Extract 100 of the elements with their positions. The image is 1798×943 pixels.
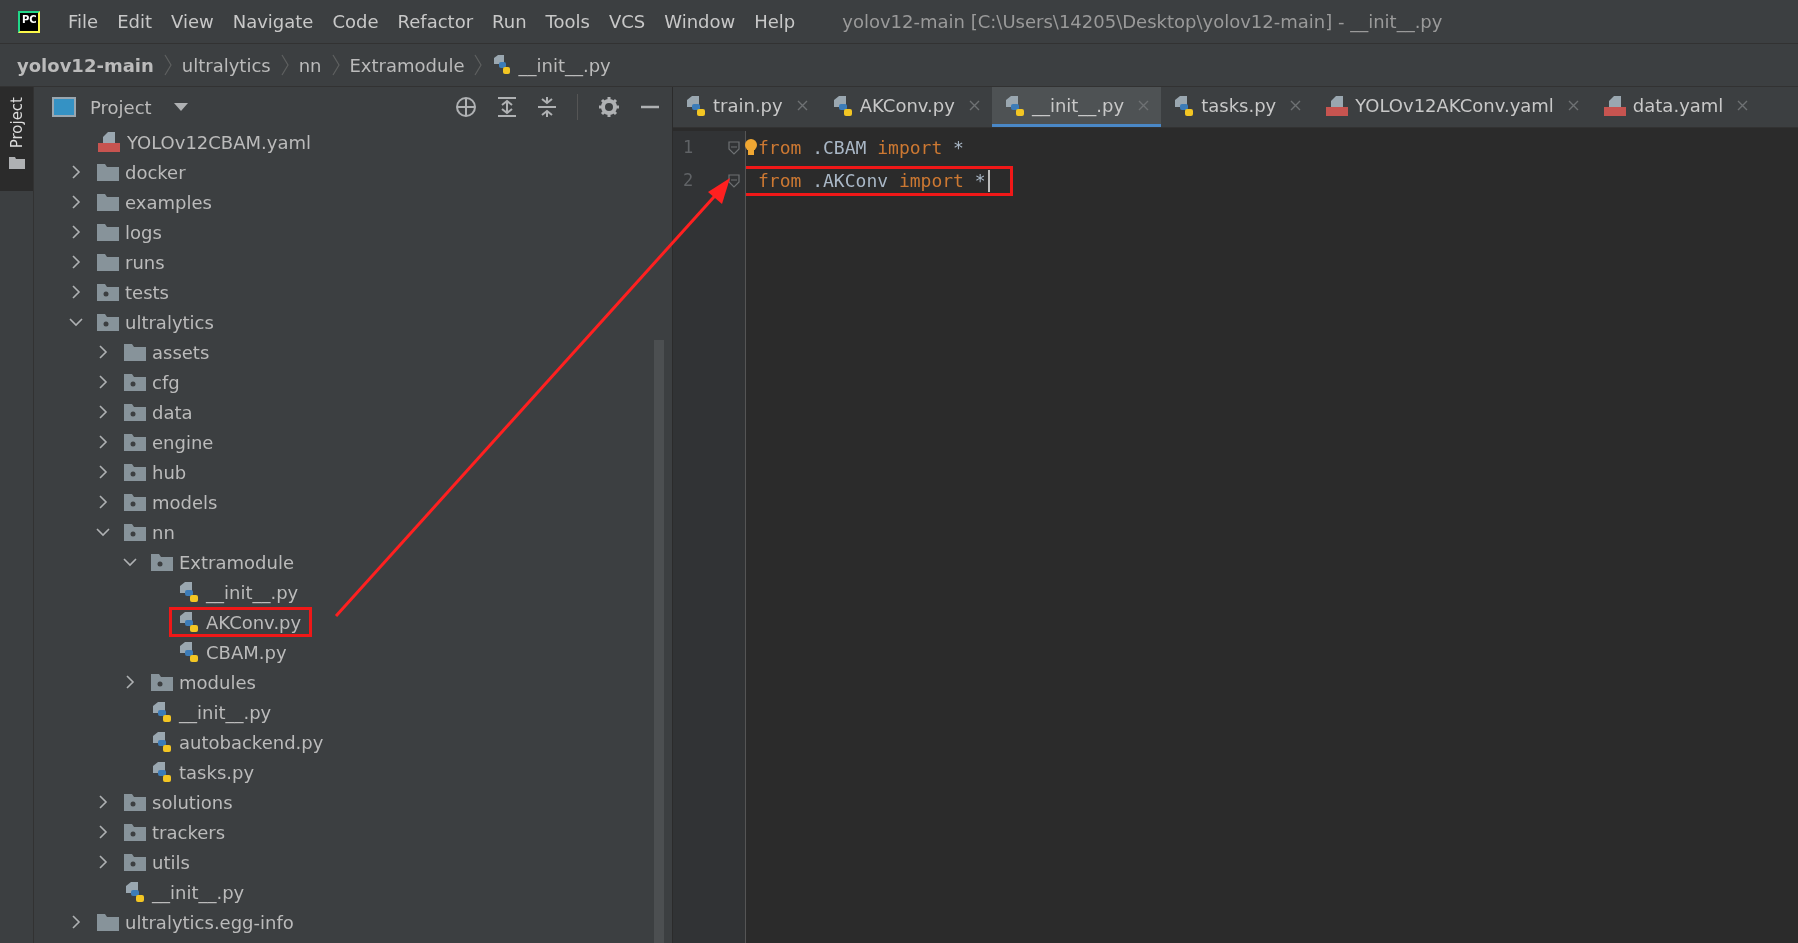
tree-item[interactable]: nn [152, 521, 175, 543]
menu-item[interactable]: Help [754, 11, 796, 32]
tree-item[interactable]: __init__.py [206, 581, 299, 603]
tree-item[interactable]: ultralytics.egg-info [125, 911, 294, 933]
dropdown-icon[interactable] [173, 103, 188, 111]
panel-title[interactable]: Project [90, 96, 152, 118]
chevron-right-icon[interactable] [96, 405, 110, 419]
menu-item[interactable]: File [68, 11, 99, 32]
chevron-right-icon[interactable] [69, 225, 83, 239]
yaml-file-icon [1325, 94, 1350, 117]
chevron-right-icon[interactable] [96, 825, 110, 839]
chevron-right-icon[interactable] [96, 795, 110, 809]
window-title: yolov12-main [C:\Users\14205\Desktop\yolov12-main] - __init__.py [842, 11, 1443, 32]
package-folder-icon [124, 493, 146, 511]
app-logo: PC [18, 10, 40, 33]
package-folder-icon [124, 433, 146, 451]
tree-item[interactable]: docker [125, 161, 186, 183]
tree-item[interactable]: YOLOv12CBAM.yaml [127, 131, 311, 153]
python-file-icon [151, 701, 173, 723]
menu-item[interactable]: Code [332, 11, 379, 32]
python-file-icon [124, 881, 146, 903]
fold-marker-icon[interactable] [728, 140, 740, 155]
editor-tab[interactable]: __init__.py [991, 87, 1162, 127]
tree-item[interactable]: __init__.py [152, 881, 245, 903]
python-file-icon [831, 94, 854, 117]
chevron-right-icon[interactable] [69, 915, 83, 929]
menu-item[interactable]: Window [664, 11, 736, 32]
folder-icon [97, 913, 119, 931]
tree-item[interactable]: utils [152, 851, 190, 873]
editor-tab[interactable]: train.py [673, 87, 820, 127]
tree-item[interactable]: cfg [152, 371, 180, 393]
chevron-down-icon[interactable] [96, 525, 110, 539]
chevron-down-icon[interactable] [123, 555, 137, 569]
chevron-right-icon[interactable] [96, 435, 110, 449]
tree-item[interactable]: models [152, 491, 218, 513]
package-folder-icon [124, 853, 146, 871]
tree-item[interactable]: engine [152, 431, 214, 453]
chevron-down-icon[interactable] [69, 315, 83, 329]
tree-item[interactable]: logs [125, 221, 162, 243]
breadcrumb-item[interactable]: ultralytics [181, 54, 271, 76]
editor-tab[interactable]: data.yaml [1590, 87, 1761, 127]
menu-item[interactable]: Run [492, 11, 527, 32]
breadcrumb-item[interactable]: nn [298, 54, 322, 76]
python-file-icon [151, 761, 173, 783]
code-line: from .AKConv import * [758, 170, 986, 191]
breadcrumb-item[interactable]: yolov12-main [17, 54, 154, 76]
yaml-file-icon [97, 131, 121, 153]
menu-item[interactable]: Navigate [232, 11, 314, 32]
yaml-file-icon [1602, 94, 1627, 117]
tree-item[interactable]: modules [179, 671, 256, 693]
menu-item[interactable]: Edit [117, 11, 152, 32]
package-folder-icon [97, 283, 119, 301]
tree-item[interactable]: autobackend.py [179, 731, 324, 753]
chevron-right-icon[interactable] [96, 375, 110, 389]
tree-item[interactable]: __init__.py [179, 701, 272, 723]
expand-all-icon[interactable] [497, 96, 517, 118]
editor-tab[interactable]: tasks.py [1161, 87, 1314, 127]
folder-icon [97, 163, 119, 181]
tree-item[interactable]: tasks.py [179, 761, 255, 783]
folder-icon [97, 193, 119, 211]
tree-item[interactable]: tests [125, 281, 169, 303]
breadcrumb-item[interactable]: Extramodule [349, 54, 465, 76]
chevron-right-icon[interactable] [69, 195, 83, 209]
chevron-right-icon[interactable] [123, 675, 137, 689]
tree-item[interactable]: assets [152, 341, 210, 363]
tree-item[interactable]: ultralytics [125, 311, 214, 333]
tree-item[interactable]: runs [125, 251, 165, 273]
menu-item[interactable]: View [171, 11, 214, 32]
folder-icon [97, 223, 119, 241]
chevron-right-icon[interactable] [69, 255, 83, 269]
tree-item[interactable]: examples [125, 191, 212, 213]
chevron-right-icon[interactable] [69, 165, 83, 179]
editor-tab[interactable]: YOLOv12AKConv.yaml [1313, 87, 1591, 127]
lightbulb-icon[interactable] [744, 138, 758, 156]
package-folder-icon [124, 373, 146, 391]
chevron-right-icon[interactable] [69, 285, 83, 299]
chevron-right-icon[interactable] [96, 855, 110, 869]
tree-item[interactable]: Extramodule [179, 551, 294, 573]
tree-item[interactable]: CBAM.py [206, 641, 287, 663]
chevron-right-icon[interactable] [96, 495, 110, 509]
tree-item[interactable]: solutions [152, 791, 233, 813]
menu-item[interactable]: Refactor [397, 11, 474, 32]
chevron-right-icon[interactable] [96, 465, 110, 479]
project-tool-tab[interactable]: Project [0, 87, 33, 191]
folder-icon [8, 156, 25, 170]
collapse-all-icon[interactable] [537, 96, 557, 118]
tree-item[interactable]: data [152, 401, 193, 423]
editor-tab[interactable]: AKConv.py [819, 87, 992, 127]
python-file-icon [178, 611, 200, 633]
settings-icon[interactable] [598, 96, 620, 118]
chevron-right-icon[interactable] [96, 345, 110, 359]
folder-icon [97, 253, 119, 271]
menu-item[interactable]: Tools [545, 11, 590, 32]
menu-item[interactable]: VCS [608, 11, 646, 32]
crosshair-icon[interactable] [455, 96, 477, 118]
tree-item[interactable]: hub [152, 461, 187, 483]
fold-marker-icon[interactable] [728, 173, 740, 188]
tree-item[interactable]: trackers [152, 821, 226, 843]
breadcrumb-item[interactable]: __init__.py [518, 54, 611, 76]
python-file-icon [178, 581, 200, 603]
